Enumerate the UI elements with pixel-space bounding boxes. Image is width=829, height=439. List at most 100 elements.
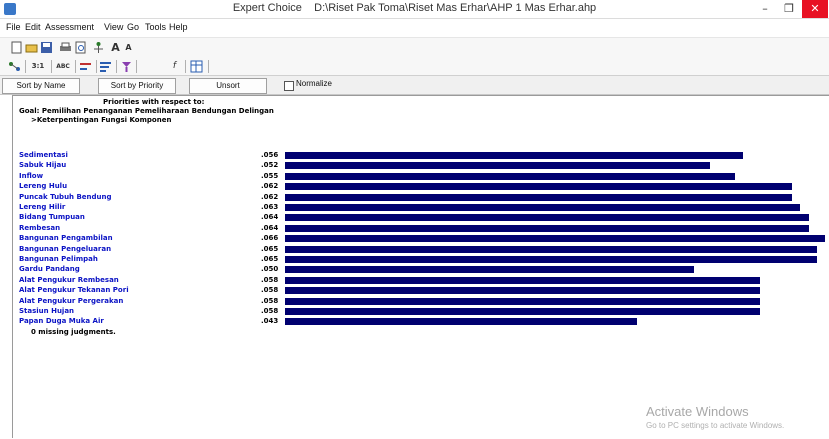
close-button[interactable]: ✕ (802, 0, 828, 18)
print-preview-icon[interactable] (74, 41, 87, 54)
toolbar-separator (75, 60, 76, 73)
node-label[interactable]: Sabuk Hijau (19, 161, 66, 169)
questionnaire-icon[interactable] (99, 60, 112, 73)
node-label[interactable]: Sedimentasi (19, 151, 68, 159)
sort-by-priority-button[interactable]: Sort by Priority (98, 78, 176, 94)
maximize-button[interactable]: ❐ (777, 0, 801, 18)
graphical-mode-icon[interactable] (79, 60, 92, 73)
menu-view[interactable]: View (104, 22, 123, 32)
priority-value: .058 (261, 307, 279, 315)
priority-bar (285, 245, 817, 253)
normalize-checkbox[interactable] (284, 81, 294, 91)
node-label[interactable]: Rembesan (19, 224, 60, 232)
sort-priority-icon[interactable] (120, 60, 133, 73)
node-label[interactable]: Bangunan Pengambilan (19, 234, 113, 242)
priority-value: .065 (261, 255, 279, 263)
priority-bar (285, 152, 743, 159)
priority-value: .064 (261, 213, 279, 222)
priority-bar (285, 172, 735, 180)
node-label[interactable]: Bangunan Pelimpah (19, 255, 98, 263)
node-label[interactable]: Stasiun Hujan (19, 307, 74, 315)
goal-text: Goal: Pemilihan Penanganan Pemeliharaan … (19, 107, 274, 115)
sort-by-name-button[interactable]: Sort by Name (2, 78, 80, 94)
priority-value: .063 (261, 203, 279, 211)
window-title: Expert Choice D:\Riset Pak Toma\Riset Ma… (0, 2, 829, 14)
menu-help[interactable]: Help (169, 22, 188, 32)
menu-go[interactable]: Go (127, 22, 139, 32)
priority-bar (285, 162, 710, 170)
node-label[interactable]: Bidang Tumpuan (19, 213, 85, 221)
priority-value: .066 (261, 234, 279, 243)
toolbar-separator (208, 60, 209, 73)
criterion-text: >Keterpentingan Fungsi Komponen (31, 116, 172, 124)
menu-tools[interactable]: Tools (145, 22, 166, 32)
menu-edit[interactable]: Edit (25, 22, 41, 32)
verbal-mode-button[interactable]: ABC (54, 60, 72, 73)
save-icon[interactable] (40, 41, 53, 54)
priority-row[interactable]: Bidang Tumpuan .064 (13, 213, 829, 223)
priority-value: .055 (261, 171, 279, 180)
node-label[interactable]: Inflow (19, 172, 43, 180)
priorities-heading: Priorities with respect to: (103, 98, 205, 106)
priority-row[interactable]: Rembesan .064 (13, 224, 829, 234)
priority-row[interactable]: Papan Duga Muka Air .043 (13, 317, 829, 327)
unsort-button[interactable]: Unsort (189, 78, 267, 94)
priority-bar (285, 276, 760, 284)
priority-row[interactable]: Alat Pengukur Pergerakan .058 (13, 297, 829, 307)
priority-bar (285, 266, 694, 274)
priority-value: .064 (261, 223, 279, 232)
priority-row[interactable]: Sabuk Hijau .052 (13, 161, 829, 171)
priority-row[interactable]: Lereng Hulu .062 (13, 182, 829, 192)
priority-row[interactable]: Bangunan Pengambilan .066 (13, 234, 829, 244)
node-label[interactable]: Lereng Hulu (19, 182, 67, 190)
minimize-button[interactable]: – (753, 0, 777, 18)
open-folder-icon[interactable] (25, 41, 38, 54)
priority-row[interactable]: Bangunan Pelimpah .065 (13, 255, 829, 265)
node-label[interactable]: Papan Duga Muka Air (19, 317, 104, 325)
font-larger-icon[interactable]: A (109, 41, 122, 54)
menu-file[interactable]: File (6, 22, 21, 32)
activate-windows-subtitle: Go to PC settings to activate Windows. (646, 421, 785, 430)
print-icon[interactable] (59, 41, 72, 54)
priority-value: .058 (261, 275, 279, 284)
normalize-label: Normalize (296, 79, 333, 88)
priority-row[interactable]: Bangunan Pengeluaran .065 (13, 245, 829, 255)
priority-bar (285, 235, 825, 243)
node-label[interactable]: Alat Pengukur Pergerakan (19, 297, 123, 305)
model-view-icon[interactable] (92, 41, 105, 54)
priority-row[interactable]: Gardu Pandang .050 (13, 265, 829, 275)
file-path: D:\Riset Pak Toma\Riset Mas Erhar\AHP 1 … (314, 2, 597, 14)
priority-row[interactable]: Sedimentasi .056 (13, 151, 829, 161)
priority-bar (285, 214, 809, 222)
priority-bar (285, 183, 792, 191)
numerical-mode-button[interactable]: 3:1 (29, 60, 47, 73)
toolbar-separator (185, 60, 186, 73)
priority-row[interactable]: Alat Pengukur Tekanan Pori .058 (13, 286, 829, 296)
priority-row[interactable]: Inflow .055 (13, 172, 829, 182)
sort-bar: Sort by Name Sort by Priority Unsort Nor… (0, 76, 829, 95)
priority-row[interactable]: Alat Pengukur Rembesan .058 (13, 276, 829, 286)
node-label[interactable]: Lereng Hilir (19, 203, 65, 211)
new-file-icon[interactable] (10, 41, 23, 54)
priority-row[interactable]: Lereng Hilir .063 (13, 203, 829, 213)
priority-row[interactable]: Stasiun Hujan .058 (13, 307, 829, 317)
node-label[interactable]: Alat Pengukur Rembesan (19, 276, 119, 284)
priorities-panel: Priorities with respect to: Goal: Pemili… (12, 95, 829, 438)
formula-icon[interactable]: f (168, 60, 181, 73)
data-grid-icon[interactable] (190, 60, 203, 73)
node-label[interactable]: Bangunan Pengeluaran (19, 245, 111, 253)
priority-value: .062 (261, 182, 279, 191)
missing-judgments: 0 missing judgments. (31, 327, 116, 336)
priority-row[interactable]: Puncak Tubuh Bendung .062 (13, 193, 829, 203)
font-smaller-icon[interactable]: A (122, 41, 135, 54)
priority-bar (285, 204, 800, 211)
toolbar-separator (136, 60, 137, 73)
priority-value: .056 (261, 151, 279, 159)
priority-value: .062 (261, 192, 279, 201)
node-label[interactable]: Puncak Tubuh Bendung (19, 193, 112, 201)
node-label[interactable]: Alat Pengukur Tekanan Pori (19, 286, 129, 294)
pairwise-tree-icon[interactable] (8, 60, 21, 73)
toolbar-assessment: 3:1 ABC f (0, 57, 829, 76)
node-label[interactable]: Gardu Pandang (19, 265, 80, 273)
menu-assessment[interactable]: Assessment (45, 22, 94, 32)
